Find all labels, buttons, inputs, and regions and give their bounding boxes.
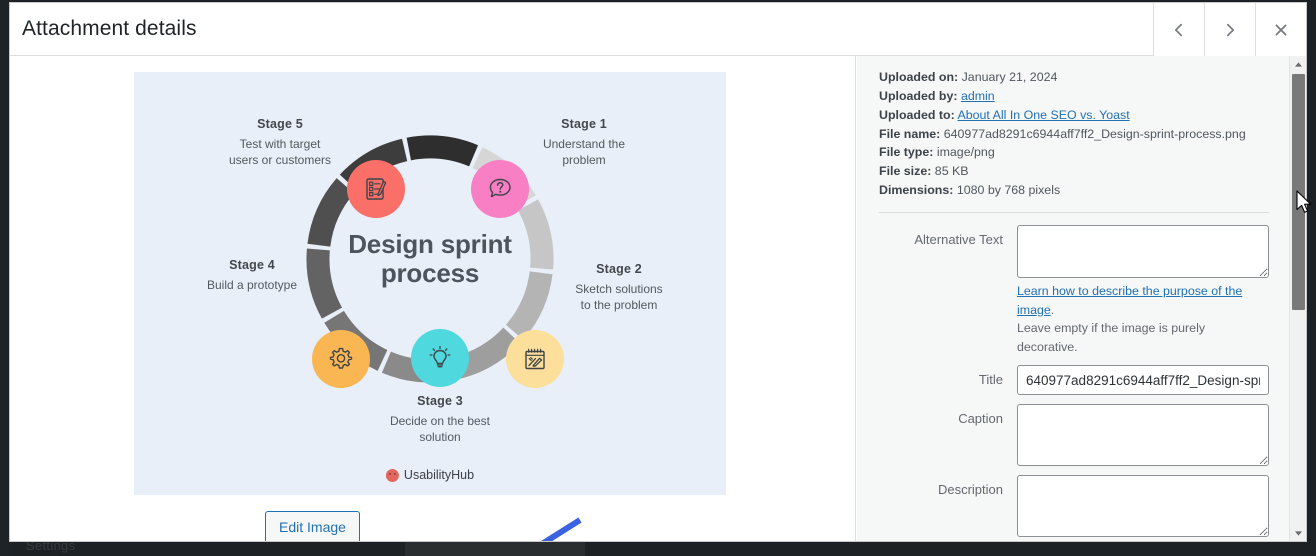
alt-text-label: Alternative Text: [914, 231, 1003, 247]
alt-text-help-text: Leave empty if the image is purely decor…: [1017, 321, 1206, 354]
stage-2-node: [506, 330, 564, 388]
lightbulb-icon: [425, 343, 455, 373]
field-row-caption: Caption: [879, 404, 1269, 467]
design-sprint-diagram: Design sprint process Stage 5 Test with …: [134, 72, 726, 495]
field-row-alt-text: Alternative Text Learn how to describe t…: [879, 224, 1269, 356]
stage-3-node: [411, 329, 469, 387]
details-divider: [879, 211, 1269, 213]
gear-icon: [326, 344, 356, 374]
usabilityhub-logo: UsabilityHub: [385, 468, 475, 482]
uploaded-by-link[interactable]: admin: [961, 89, 995, 103]
alt-text-input[interactable]: [1017, 224, 1269, 278]
meta-row-uploaded-on: Uploaded on: January 21, 2024: [879, 70, 1058, 84]
alt-text-help: Learn how to describe the purpose of the…: [1017, 282, 1269, 356]
page-title: Attachment details: [22, 17, 197, 40]
meta-row-uploaded-by: Uploaded by: admin: [879, 88, 995, 103]
scroll-down-arrow-icon[interactable]: [1290, 525, 1306, 541]
question-speech-bubble-icon: [485, 174, 515, 204]
attachment-details-modal: Attachment details Design sprint process…: [9, 2, 1307, 542]
edit-image-button[interactable]: Edit Image: [265, 511, 360, 541]
meta-row-file-size: File size: 85 KB: [879, 164, 969, 179]
field-row-description: Description: [879, 475, 1269, 538]
next-attachment-button[interactable]: [1204, 3, 1255, 56]
wp-admin-sidebar-sliver: [0, 0, 9, 556]
attachment-image: Design sprint process Stage 5 Test with …: [134, 72, 726, 495]
stage-4-node: [312, 330, 370, 388]
chevron-left-icon: [1171, 22, 1187, 38]
meta-value: image/png: [936, 145, 995, 160]
stage-3-label: Stage 3 Decide on the best solution: [389, 394, 491, 444]
meta-value: January 21, 2024: [961, 70, 1058, 84]
caption-input[interactable]: [1017, 404, 1269, 467]
mouse-cursor: [1296, 190, 1312, 213]
stage-5-label: Stage 5 Test with target users or custom…: [228, 117, 332, 167]
usabilityhub-mark-icon: [385, 468, 399, 482]
title-label: Title: [978, 372, 1003, 388]
description-label: Description: [937, 482, 1003, 498]
meta-row-file-name: File name: 640977ad8291c6944aff7ff2_Desi…: [879, 126, 1246, 141]
scroll-up-arrow-icon[interactable]: [1290, 56, 1306, 73]
field-row-title: Title: [879, 365, 1269, 396]
description-input[interactable]: [1017, 475, 1269, 538]
title-input[interactable]: [1017, 365, 1269, 396]
modal-header: Attachment details: [10, 3, 1306, 56]
media-preview-pane: Design sprint process Stage 5 Test with …: [10, 56, 856, 541]
meta-row-uploaded-to: Uploaded to: About All In One SEO vs. Yo…: [879, 107, 1130, 122]
usabilityhub-wordmark: UsabilityHub: [403, 468, 475, 482]
uploaded-to-link[interactable]: About All In One SEO vs. Yoast: [957, 108, 1129, 122]
stage-4-label: Stage 4 Build a prototype: [206, 258, 298, 292]
sketchpad-icon: [520, 344, 550, 374]
backdrop-strip: [405, 541, 585, 556]
close-icon: [1273, 22, 1289, 38]
meta-row-dimensions: Dimensions: 1080 by 768 pixels: [879, 183, 1061, 198]
meta-row-file-type: File type: image/png: [879, 145, 995, 160]
previous-attachment-button[interactable]: [1153, 3, 1204, 56]
alt-text-help-suffix: .: [1050, 302, 1055, 317]
meta-value: 1080 by 768 pixels: [956, 183, 1061, 198]
checklist-survey-icon: [361, 174, 391, 204]
close-button[interactable]: [1255, 3, 1306, 56]
attachment-metadata: Uploaded on: January 21, 2024 Uploaded b…: [879, 68, 1269, 200]
meta-value: 85 KB: [934, 164, 969, 179]
caption-label: Caption: [958, 411, 1003, 427]
meta-value: 640977ad8291c6944aff7ff2_Design-sprint-p…: [943, 126, 1246, 141]
modal-body: Design sprint process Stage 5 Test with …: [10, 56, 1306, 541]
annotation-arrow: [541, 517, 582, 541]
stage-2-label: Stage 2 Sketch solutions to the problem: [575, 262, 663, 312]
attachment-details-pane: Uploaded on: January 21, 2024 Uploaded b…: [857, 56, 1291, 541]
chevron-right-icon: [1222, 22, 1238, 38]
stage-1-label: Stage 1 Understand the problem: [542, 117, 626, 167]
details-scrollbar[interactable]: [1289, 56, 1306, 541]
